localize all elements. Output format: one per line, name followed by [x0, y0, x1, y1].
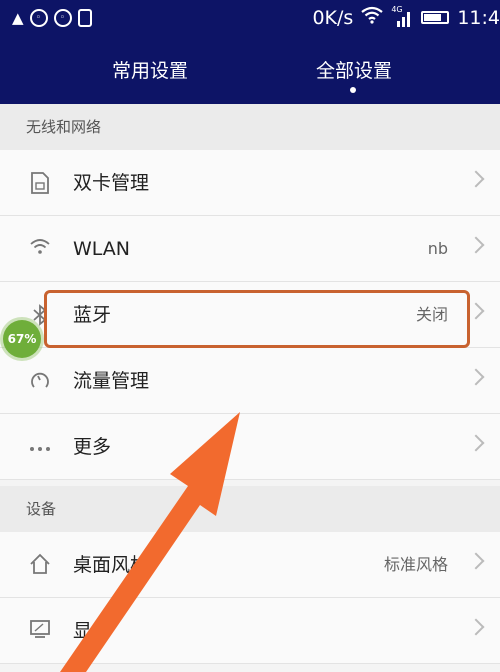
settings-row-display[interactable]: 显示	[0, 598, 500, 664]
progress-badge: 67%	[3, 320, 41, 358]
bluetooth-highlight-box	[44, 290, 470, 348]
settings-row-home-style[interactable]: 桌面风格 标准风格	[0, 532, 500, 598]
settings-row-data-usage[interactable]: 流量管理	[0, 348, 500, 414]
battery-icon	[421, 11, 450, 24]
row-label: 桌面风格	[73, 554, 150, 576]
network-speed: 0K/s	[312, 6, 354, 29]
chevron-right-icon	[467, 236, 485, 254]
active-tab-indicator	[350, 87, 356, 93]
more-icon	[28, 435, 52, 459]
clock: 11:4	[457, 6, 500, 29]
chevron-right-icon	[467, 618, 485, 636]
notification-icons: ▲ ◦ ◦	[12, 9, 92, 27]
chevron-right-icon	[467, 368, 485, 386]
warning-icon: ▲	[12, 9, 24, 27]
row-label: 双卡管理	[73, 172, 150, 194]
data-usage-icon	[28, 369, 52, 393]
sim-card-icon	[28, 171, 52, 195]
chevron-right-icon	[467, 552, 485, 570]
wifi-signal-icon	[361, 6, 384, 29]
cell-signal-icon: 4G	[391, 5, 413, 28]
settings-row-more[interactable]: 更多	[0, 414, 500, 480]
tab-common-settings[interactable]: 常用设置	[70, 56, 230, 83]
row-value: 标准风格	[383, 555, 448, 574]
top-header: ▲ ◦ ◦ 0K/s 4G 11:4 常用设置 全部设置	[0, 0, 500, 104]
wifi-icon	[28, 237, 52, 261]
status-right: 0K/s 4G 11:4	[312, 5, 500, 29]
settings-row-dual-sim[interactable]: 双卡管理	[0, 150, 500, 216]
row-label: 更多	[73, 436, 112, 458]
settings-tabs: 常用设置 全部设置	[0, 56, 500, 96]
row-label: WLAN	[73, 238, 131, 260]
settings-row-wlan[interactable]: WLAN nb	[0, 216, 500, 282]
chevron-right-icon	[467, 302, 485, 320]
notification-icon: ◦	[53, 9, 72, 27]
home-icon	[28, 553, 52, 577]
chevron-right-icon	[467, 434, 485, 452]
chevron-right-icon	[467, 170, 485, 188]
display-icon	[28, 619, 52, 643]
tab-all-settings[interactable]: 全部设置	[274, 56, 434, 83]
row-label: 流量管理	[73, 370, 150, 392]
section-header-device: 设备	[0, 486, 500, 532]
status-bar: ▲ ◦ ◦ 0K/s 4G 11:4	[0, 0, 500, 40]
notification-icon: ◦	[29, 9, 48, 27]
section-header-wireless: 无线和网络	[0, 104, 500, 150]
row-label: 显示	[73, 620, 112, 642]
notification-icon	[77, 9, 92, 27]
row-value: nb	[427, 239, 448, 258]
